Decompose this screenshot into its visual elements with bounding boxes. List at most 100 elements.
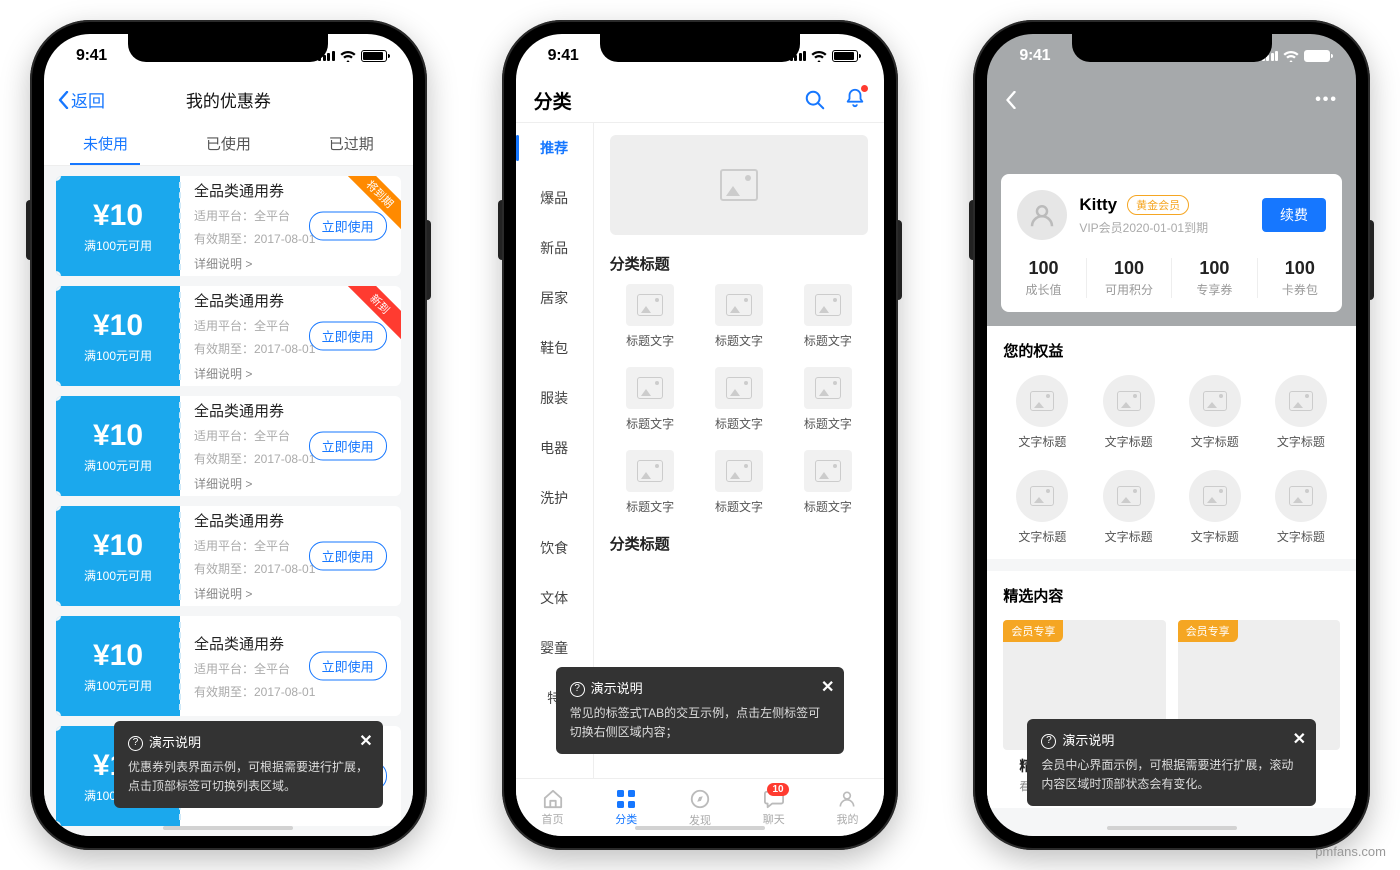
- battery-icon: [361, 50, 387, 62]
- tip-close-button[interactable]: ✕: [1293, 727, 1306, 753]
- stat-item[interactable]: 100卡券包: [1257, 258, 1342, 298]
- more-button[interactable]: •••: [1315, 91, 1338, 109]
- tip-close-button[interactable]: ✕: [359, 729, 372, 755]
- wifi-icon: [811, 50, 827, 62]
- status-indicators: [318, 50, 387, 62]
- demo-tip: ?演示说明 会员中心界面示例，可根据需要进行扩展，滚动内容区域时顶部状态会有变化…: [1027, 719, 1316, 806]
- grid-item[interactable]: 标题文字: [699, 284, 780, 349]
- coupon-item[interactable]: ¥10满100元可用 全品类通用券适用平台：全平台有效期至：2017-08-01…: [56, 286, 401, 386]
- status-time: 9:41: [1019, 47, 1050, 65]
- side-item[interactable]: 电器: [516, 423, 593, 473]
- help-icon: ?: [1041, 734, 1056, 749]
- benefit-item[interactable]: 文字标题: [1262, 470, 1340, 545]
- side-item[interactable]: 婴童: [516, 623, 593, 673]
- compass-icon: [689, 788, 711, 810]
- grid-item[interactable]: 标题文字: [787, 367, 868, 432]
- battery-icon: [832, 50, 858, 62]
- grid-item[interactable]: 标题文字: [610, 367, 691, 432]
- home-indicator[interactable]: [163, 826, 293, 830]
- side-item[interactable]: 洗护: [516, 473, 593, 523]
- side-item[interactable]: 服装: [516, 373, 593, 423]
- benefits-grid: 文字标题 文字标题 文字标题 文字标题 文字标题 文字标题 文字标题 文字标题: [1003, 375, 1340, 545]
- side-item[interactable]: 新品: [516, 223, 593, 273]
- use-button[interactable]: 立即使用: [309, 652, 387, 681]
- back-button[interactable]: 返回: [58, 87, 105, 112]
- use-button[interactable]: 立即使用: [309, 542, 387, 571]
- side-item[interactable]: 饮食: [516, 523, 593, 573]
- notification-dot: [861, 85, 868, 92]
- tab-mine[interactable]: 我的: [811, 779, 885, 836]
- help-icon: ?: [128, 736, 143, 751]
- section-title: 分类标题: [610, 253, 869, 274]
- grid-item[interactable]: 标题文字: [787, 284, 868, 349]
- home-indicator[interactable]: [1107, 826, 1237, 830]
- coupon-item[interactable]: ¥10 满100元可用 全品类通用券 适用平台：全平台 有效期至：2017-08…: [56, 176, 401, 276]
- member-card: Kitty黄金会员 VIP会员2020-01-01到期 续费 100成长值 10…: [1001, 174, 1342, 312]
- grid-item[interactable]: 标题文字: [787, 450, 868, 515]
- grid-item[interactable]: 标题文字: [610, 450, 691, 515]
- wifi-icon: [1283, 50, 1299, 62]
- benefit-item[interactable]: 文字标题: [1262, 375, 1340, 450]
- user-icon: [1027, 200, 1057, 230]
- back-button[interactable]: [1005, 91, 1017, 109]
- category-grid: 标题文字 标题文字 标题文字 标题文字 标题文字 标题文字 标题文字 标题文字 …: [610, 284, 869, 515]
- stat-item[interactable]: 100专享券: [1171, 258, 1256, 298]
- grid-item[interactable]: 标题文字: [610, 284, 691, 349]
- stats-row: 100成长值 100可用积分 100专享券 100卡券包: [1001, 258, 1342, 298]
- avatar[interactable]: [1017, 190, 1067, 240]
- header: 分类: [516, 78, 885, 122]
- chat-badge: 10: [767, 783, 788, 796]
- use-button[interactable]: 立即使用: [309, 322, 387, 351]
- screen: 9:41 分类 推荐 爆品 新品 居家 鞋包 服装 电器 洗护: [516, 34, 885, 836]
- tab-home[interactable]: 首页: [516, 779, 590, 836]
- side-item[interactable]: 爆品: [516, 173, 593, 223]
- coupon-value: ¥10: [93, 199, 143, 233]
- benefit-item[interactable]: 文字标题: [1176, 375, 1254, 450]
- side-item[interactable]: 居家: [516, 273, 593, 323]
- image-placeholder-icon: [720, 169, 758, 201]
- side-item[interactable]: 文体: [516, 573, 593, 623]
- benefit-item[interactable]: 文字标题: [1090, 375, 1168, 450]
- image-placeholder-icon: [1030, 391, 1054, 411]
- stat-item[interactable]: 100成长值: [1001, 258, 1085, 298]
- benefit-item[interactable]: 文字标题: [1003, 375, 1081, 450]
- tab-unused[interactable]: 未使用: [44, 122, 167, 165]
- help-icon: ?: [570, 682, 585, 697]
- grid-item[interactable]: 标题文字: [699, 450, 780, 515]
- tab-used[interactable]: 已使用: [167, 122, 290, 165]
- coupon-item[interactable]: ¥10满100元可用 全品类通用券适用平台：全平台有效期至：2017-08-01…: [56, 616, 401, 716]
- grid-item[interactable]: 标题文字: [699, 367, 780, 432]
- phone-category: 9:41 分类 推荐 爆品 新品 居家 鞋包 服装 电器 洗护: [502, 20, 899, 850]
- featured-tag: 会员专享: [1178, 620, 1238, 642]
- screen: 9:41 ••• Kitty黄金会员 VIP会员2020-01-01到期 续费 …: [987, 34, 1356, 836]
- benefit-item[interactable]: 文字标题: [1090, 470, 1168, 545]
- coupon-item[interactable]: ¥10满100元可用 全品类通用券适用平台：全平台有效期至：2017-08-01…: [56, 506, 401, 606]
- renew-button[interactable]: 续费: [1262, 198, 1326, 232]
- side-item[interactable]: 鞋包: [516, 323, 593, 373]
- back-label: 返回: [71, 87, 105, 112]
- coupon-detail-link[interactable]: 详细说明 >: [194, 255, 387, 272]
- tab-expired[interactable]: 已过期: [290, 122, 413, 165]
- member-tag: 黄金会员: [1127, 195, 1189, 215]
- section-title: 您的权益: [1003, 340, 1340, 361]
- watermark: pmfans.com: [1315, 844, 1386, 859]
- benefit-item[interactable]: 文字标题: [1003, 470, 1081, 545]
- side-item[interactable]: 推荐: [516, 123, 593, 173]
- banner[interactable]: [610, 135, 869, 235]
- section-title: 精选内容: [1003, 585, 1340, 606]
- benefits-section: 您的权益 文字标题 文字标题 文字标题 文字标题 文字标题 文字标题 文字标题 …: [987, 326, 1356, 559]
- bell-button[interactable]: [844, 87, 866, 114]
- stat-item[interactable]: 100可用积分: [1086, 258, 1171, 298]
- status-time: 9:41: [548, 47, 579, 65]
- search-icon[interactable]: [804, 89, 826, 111]
- featured-tag: 会员专享: [1003, 620, 1063, 642]
- tip-close-button[interactable]: ✕: [821, 675, 834, 701]
- coupon-item[interactable]: ¥10满100元可用 全品类通用券适用平台：全平台有效期至：2017-08-01…: [56, 396, 401, 496]
- home-indicator[interactable]: [635, 826, 765, 830]
- use-button[interactable]: 立即使用: [309, 212, 387, 241]
- wifi-icon: [340, 50, 356, 62]
- benefit-item[interactable]: 文字标题: [1176, 470, 1254, 545]
- use-button[interactable]: 立即使用: [309, 432, 387, 461]
- demo-tip: ?演示说明 优惠券列表界面示例，可根据需要进行扩展，点击顶部标签可切换列表区域。…: [114, 721, 383, 808]
- tip-title: ?演示说明: [128, 733, 369, 754]
